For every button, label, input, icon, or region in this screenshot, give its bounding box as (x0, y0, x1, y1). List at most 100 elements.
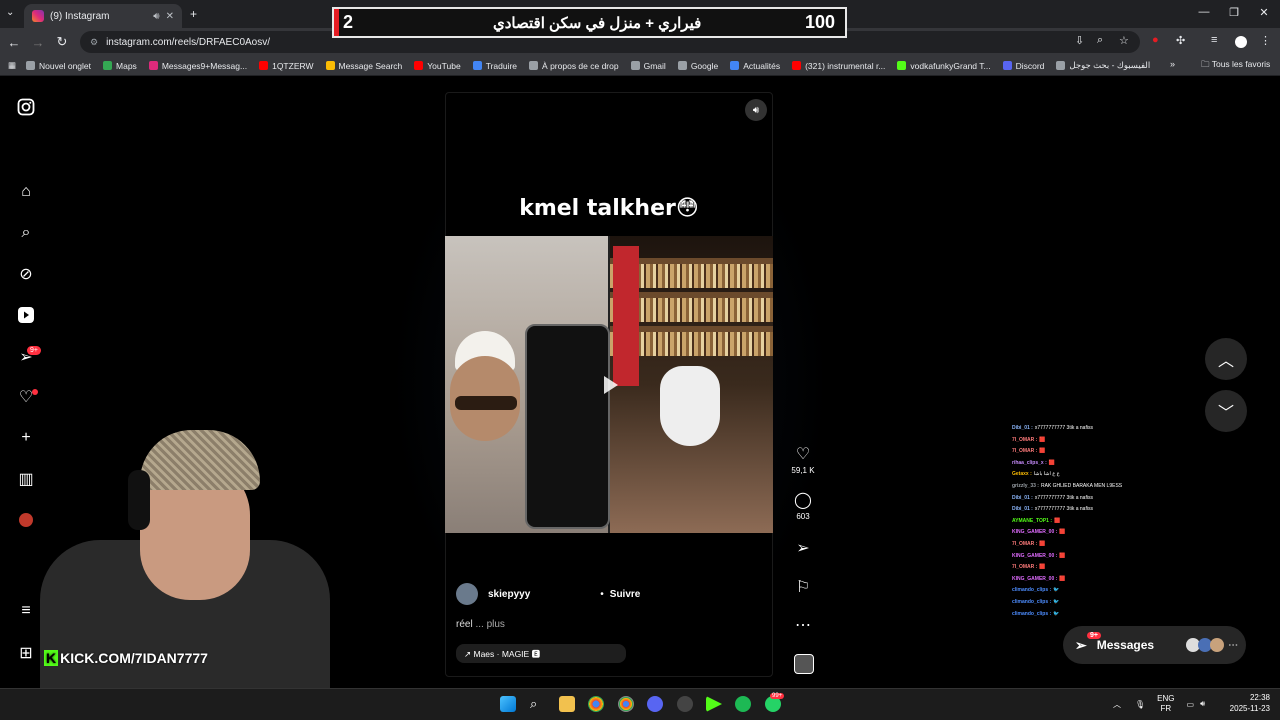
extensions-icon[interactable]: ✣ (1176, 34, 1185, 47)
media-control-icon[interactable]: ≡ (1211, 34, 1217, 46)
browser-tab[interactable]: (9) Instagram 🔊︎ ✕ (24, 4, 182, 28)
chrome-active-icon[interactable] (618, 696, 634, 712)
profile-avatar-icon[interactable] (16, 510, 36, 530)
bookmark-label: Discord (1015, 60, 1045, 71)
comment-icon: ◯ (794, 492, 812, 509)
bookmark-item[interactable]: الفيسبوك - بحث جوجل (1056, 60, 1150, 71)
bookmark-item[interactable]: 1QTZERW (259, 61, 314, 71)
also-from-meta-icon[interactable]: ⊞ (16, 643, 36, 663)
bookmark-item[interactable]: YouTube (414, 61, 461, 71)
chat-message: 🟥 (1039, 448, 1046, 455)
spotify-icon[interactable] (735, 696, 751, 712)
bookmark-item[interactable]: À propos de ce drop (529, 61, 619, 71)
close-window-button[interactable]: ✕ (1254, 6, 1274, 19)
site-info-icon[interactable]: ⚙ (90, 37, 98, 48)
chrome-icon[interactable] (588, 696, 604, 712)
microphone-icon[interactable]: 🎙︎ (1135, 700, 1145, 709)
back-button[interactable]: ← (2, 35, 26, 50)
tray-overflow-icon[interactable]: ︿ (1113, 699, 1121, 710)
flag (613, 246, 639, 386)
save-button[interactable]: ⚐ (790, 579, 816, 597)
profile-avatar[interactable] (1235, 36, 1247, 48)
bookmark-item[interactable]: Traduire (472, 61, 517, 71)
apps-grid-icon[interactable]: ▦ (8, 60, 16, 71)
create-plus-icon[interactable]: + (16, 428, 36, 448)
install-app-icon[interactable]: ⇩ (1075, 34, 1084, 47)
bookmark-item[interactable]: Messages9+Messag... (148, 61, 247, 71)
banner-left-number: 2 (343, 12, 354, 32)
tab-search-button[interactable]: ⌄ (6, 7, 14, 18)
bookmark-item[interactable]: Gmail (630, 61, 666, 71)
send-icon: ➢ (796, 540, 810, 557)
browser-menu-icon[interactable]: ⋮ (1260, 34, 1271, 47)
author-avatar[interactable] (456, 583, 478, 605)
dashboard-icon[interactable]: ▥ (16, 469, 36, 489)
bookmarks-bar: ▦ Nouvel onglet Maps Messages9+Messag... 1Q… (0, 56, 1280, 76)
explore-icon[interactable]: ⊘ (16, 264, 36, 284)
author-username[interactable]: skiepyyy (488, 589, 530, 600)
bookmark-label: Nouvel onglet (39, 60, 92, 71)
bookmark-favicon-icon (414, 61, 424, 70)
video-left-panel (445, 236, 610, 533)
bookmark-item[interactable]: Google (677, 61, 718, 71)
zoom-icon[interactable]: ⌕ (1097, 34, 1103, 47)
messages-button[interactable]: ➢ 9+ Messages ⋯ (1063, 626, 1246, 664)
instagram-logo-icon[interactable] (16, 97, 36, 117)
taskbar-search-icon[interactable]: ⌕ (530, 696, 546, 712)
chat-line: 7I_OMAR : 🟥 (1012, 435, 1142, 447)
tab-audio-icon[interactable]: 🔊︎ (153, 11, 159, 22)
share-button[interactable]: ➢ (790, 540, 816, 558)
chat-username: 7I_OMAR : (1012, 540, 1038, 547)
bookmark-item[interactable]: vodkafunkyGrand T... (897, 60, 991, 71)
follow-button[interactable]: Suivre (610, 589, 641, 600)
more-link[interactable]: ... plus (475, 619, 504, 630)
home-icon[interactable]: ⌂ (16, 182, 36, 202)
volume-icon[interactable]: 🔊︎ (745, 99, 767, 121)
music-tag[interactable]: ↗ Maes · MAGIE 🅴 (456, 644, 626, 663)
forward-button[interactable]: → (26, 35, 50, 50)
obs-icon[interactable] (677, 696, 693, 712)
reels-icon[interactable] (16, 305, 36, 325)
bookmark-item[interactable]: Nouvel onglet (26, 61, 91, 71)
bookmarks-overflow-icon[interactable]: » (1170, 59, 1175, 69)
bookmark-item[interactable]: (321) instrumental r... (792, 61, 885, 71)
minimize-button[interactable]: — (1194, 6, 1214, 18)
language-indicator[interactable]: ENG FR (1157, 694, 1174, 714)
all-bookmarks-folder[interactable]: 🗀 Tous les favoris (1201, 59, 1270, 73)
play-icon[interactable] (604, 376, 618, 394)
more-options-button[interactable]: ⋯ (790, 617, 816, 635)
bookmark-item[interactable]: Discord (1002, 60, 1045, 71)
audio-thumbnail[interactable] (794, 654, 814, 674)
reel-desc-text: réel (456, 619, 473, 630)
comment-button[interactable]: ◯ 603 (790, 492, 816, 521)
reload-button[interactable]: ↻ (50, 34, 74, 50)
new-tab-button[interactable]: + (190, 7, 197, 21)
bookmark-item[interactable]: Actualités (730, 61, 780, 71)
start-button-icon[interactable] (500, 696, 516, 712)
bookmark-favicon-icon (630, 61, 640, 70)
reel-video[interactable] (445, 236, 773, 533)
bookmark-star-icon[interactable]: ☆ (1119, 34, 1129, 47)
next-reel-button[interactable]: ﹀ (1205, 390, 1247, 432)
like-button[interactable]: ♡ 59,1 K (790, 446, 816, 475)
bookmark-favicon-icon (897, 61, 907, 70)
network-icon[interactable]: ▭ (1187, 700, 1195, 709)
previous-reel-button[interactable]: ︿ (1205, 338, 1247, 380)
discord-icon[interactable] (647, 696, 663, 712)
search-icon[interactable]: ⌕ (16, 223, 36, 243)
file-explorer-icon[interactable] (559, 696, 575, 712)
chat-username: grizzly_33 : (1012, 482, 1039, 489)
chat-username: 7I_OMAR : (1012, 436, 1038, 443)
sunglasses (455, 396, 517, 410)
extension-red-icon[interactable]: ● (1152, 34, 1159, 46)
bookmark-item[interactable]: Message Search (325, 61, 402, 71)
bookmark-label: Maps (116, 60, 137, 71)
more-menu-icon[interactable]: ≡ (16, 601, 36, 621)
taskbar-clock[interactable]: 22:38 2025-11-23 (1220, 692, 1270, 714)
chat-line: Dibi_01 : x7777777777 3tik a nafiss (1012, 493, 1142, 505)
restore-button[interactable]: ❐ (1224, 6, 1244, 19)
tab-close-icon[interactable]: ✕ (166, 11, 174, 22)
volume-tray-icon[interactable]: 🔊︎ (1200, 699, 1205, 709)
bookmark-label: vodkafunkyGrand T... (910, 60, 991, 71)
bookmark-item[interactable]: Maps (103, 61, 137, 71)
